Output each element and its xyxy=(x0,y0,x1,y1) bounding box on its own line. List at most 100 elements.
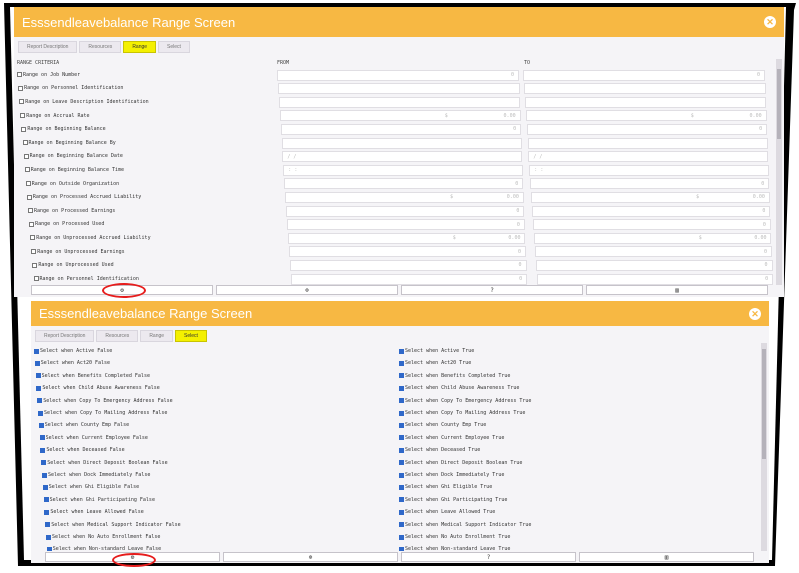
select-true-item[interactable]: Select when Non-standard Leave True xyxy=(399,543,510,551)
select-false-item[interactable]: Select when Current Employee False xyxy=(39,432,148,444)
range-from-field[interactable]: $0.00 xyxy=(285,191,524,203)
range-to-field[interactable] xyxy=(523,83,766,95)
select-checkbox[interactable] xyxy=(39,435,45,441)
select-true-item[interactable]: Select when Direct Deposit Boolean True xyxy=(399,457,522,469)
select-false-item[interactable]: Select when Deceased False xyxy=(40,444,125,456)
select-checkbox[interactable] xyxy=(46,546,52,551)
select-checkbox[interactable] xyxy=(399,348,404,354)
range-from-field[interactable]: $0.00 xyxy=(279,110,521,122)
range-from-field[interactable]: $0.00 xyxy=(287,232,526,244)
range-checkbox[interactable] xyxy=(21,126,27,132)
range-checkbox[interactable] xyxy=(26,194,32,200)
range-checkbox[interactable] xyxy=(18,85,24,91)
range-to-field[interactable]: 0 xyxy=(536,273,774,285)
range-from-field[interactable] xyxy=(281,137,522,149)
select-checkbox[interactable] xyxy=(399,422,404,428)
range-to-field[interactable]: $0.00 xyxy=(533,232,772,244)
select-false-item[interactable]: Select when Non-standard Leave False xyxy=(46,543,161,551)
select-checkbox[interactable] xyxy=(41,460,47,466)
close-circle-button[interactable]: ⊗ xyxy=(223,552,398,562)
range-from-field[interactable] xyxy=(278,96,521,108)
select-true-item[interactable]: Select when Copy To Mailing Address True xyxy=(399,407,525,419)
range-to-field[interactable] xyxy=(527,137,768,149)
select-scrollbar[interactable] xyxy=(761,343,767,551)
range-checkbox[interactable] xyxy=(30,235,36,241)
tab-report-description[interactable]: Report Description xyxy=(35,330,95,342)
select-false-item[interactable]: Select when Direct Deposit Boolean False xyxy=(41,457,168,469)
range-to-field[interactable]: / / xyxy=(528,151,769,163)
select-checkbox[interactable] xyxy=(40,447,46,453)
range-from-field[interactable]: 0 xyxy=(288,246,526,258)
select-checkbox[interactable] xyxy=(38,410,43,416)
select-false-item[interactable]: Select when Child Abuse Awareness False xyxy=(36,382,160,394)
range-from-field[interactable]: : : xyxy=(283,164,523,176)
select-false-item[interactable]: Select when Ghi Eligible False xyxy=(42,481,139,493)
tab-select[interactable]: Select xyxy=(158,41,190,53)
select-checkbox[interactable] xyxy=(45,522,51,528)
select-false-item[interactable]: Select when Benefits Completed False xyxy=(35,370,150,382)
select-true-item[interactable]: Select when Benefits Completed True xyxy=(399,370,510,382)
select-checkbox[interactable] xyxy=(399,435,404,441)
select-checkbox[interactable] xyxy=(399,522,404,528)
tab-resources[interactable]: Resources xyxy=(79,41,122,53)
range-checkbox[interactable] xyxy=(25,181,31,187)
select-checkbox[interactable] xyxy=(34,360,40,366)
help-button[interactable]: ? xyxy=(401,285,583,295)
range-from-field[interactable] xyxy=(277,83,520,95)
select-checkbox[interactable] xyxy=(399,497,404,503)
range-from-field[interactable]: 0 xyxy=(289,259,527,271)
tab-resources[interactable]: Resources xyxy=(96,330,139,342)
range-checkbox[interactable] xyxy=(33,276,39,282)
range-from-field[interactable]: / / xyxy=(282,151,523,163)
range-to-field[interactable]: 0 xyxy=(532,219,771,231)
scrollbar-thumb[interactable] xyxy=(777,69,781,139)
tab-range[interactable]: Range xyxy=(123,41,157,53)
select-checkbox[interactable] xyxy=(399,360,404,366)
range-checkbox[interactable] xyxy=(20,113,26,119)
chart-button[interactable]: ▥ xyxy=(579,552,754,562)
select-checkbox[interactable] xyxy=(399,447,404,453)
range-from-field[interactable]: 0 xyxy=(284,178,524,190)
range-checkbox[interactable] xyxy=(32,262,38,268)
select-true-item[interactable]: Select when Deceased True xyxy=(399,444,480,456)
range-to-field[interactable]: : : xyxy=(529,164,769,176)
select-false-item[interactable]: Select when Active False xyxy=(34,345,112,357)
select-true-item[interactable]: Select when Leave Allowed True xyxy=(399,506,495,518)
select-checkbox[interactable] xyxy=(36,385,42,391)
range-from-field[interactable]: 0 xyxy=(280,123,522,135)
select-checkbox[interactable] xyxy=(399,460,404,466)
range-checkbox[interactable] xyxy=(23,153,29,159)
range-to-field[interactable]: $0.00 xyxy=(531,191,770,203)
tab-report-description[interactable]: Report Description xyxy=(18,41,78,53)
range-checkbox[interactable] xyxy=(28,208,33,214)
select-checkbox[interactable] xyxy=(43,497,49,503)
select-checkbox[interactable] xyxy=(37,398,43,404)
select-false-item[interactable]: Select when Dock Immediately False xyxy=(42,469,150,481)
select-false-item[interactable]: Select when Act20 False xyxy=(34,357,110,369)
select-true-item[interactable]: Select when Ghi Participating True xyxy=(399,494,507,506)
select-checkbox[interactable] xyxy=(399,534,404,540)
select-true-item[interactable]: Select when Act20 True xyxy=(399,357,471,369)
select-checkbox[interactable] xyxy=(46,534,51,540)
select-checkbox[interactable] xyxy=(34,348,39,354)
range-checkbox[interactable] xyxy=(31,249,37,255)
help-button[interactable]: ? xyxy=(401,552,576,562)
select-true-item[interactable]: Select when Copy To Emergency Address Tr… xyxy=(399,395,531,407)
select-checkbox[interactable] xyxy=(399,410,404,416)
range-checkbox[interactable] xyxy=(24,167,30,173)
range-to-field[interactable]: 0 xyxy=(530,178,770,190)
close-icon[interactable]: ✕ xyxy=(749,307,761,320)
range-from-field[interactable]: 0 xyxy=(286,205,525,217)
range-to-field[interactable]: 0 xyxy=(534,246,772,258)
select-true-item[interactable]: Select when County Emp True xyxy=(399,419,486,431)
range-to-field[interactable] xyxy=(524,96,767,108)
range-checkbox[interactable] xyxy=(29,221,35,227)
scrollbar-thumb[interactable] xyxy=(762,349,766,459)
range-scrollbar[interactable] xyxy=(776,59,782,285)
select-checkbox[interactable] xyxy=(38,422,44,428)
select-checkbox[interactable] xyxy=(399,373,404,379)
range-to-field[interactable]: 0 xyxy=(526,123,768,135)
select-false-item[interactable]: Select when No Auto Enrollment False xyxy=(46,531,160,543)
select-false-item[interactable]: Select when County Emp False xyxy=(38,419,129,431)
range-to-field[interactable]: 0 xyxy=(532,205,771,217)
